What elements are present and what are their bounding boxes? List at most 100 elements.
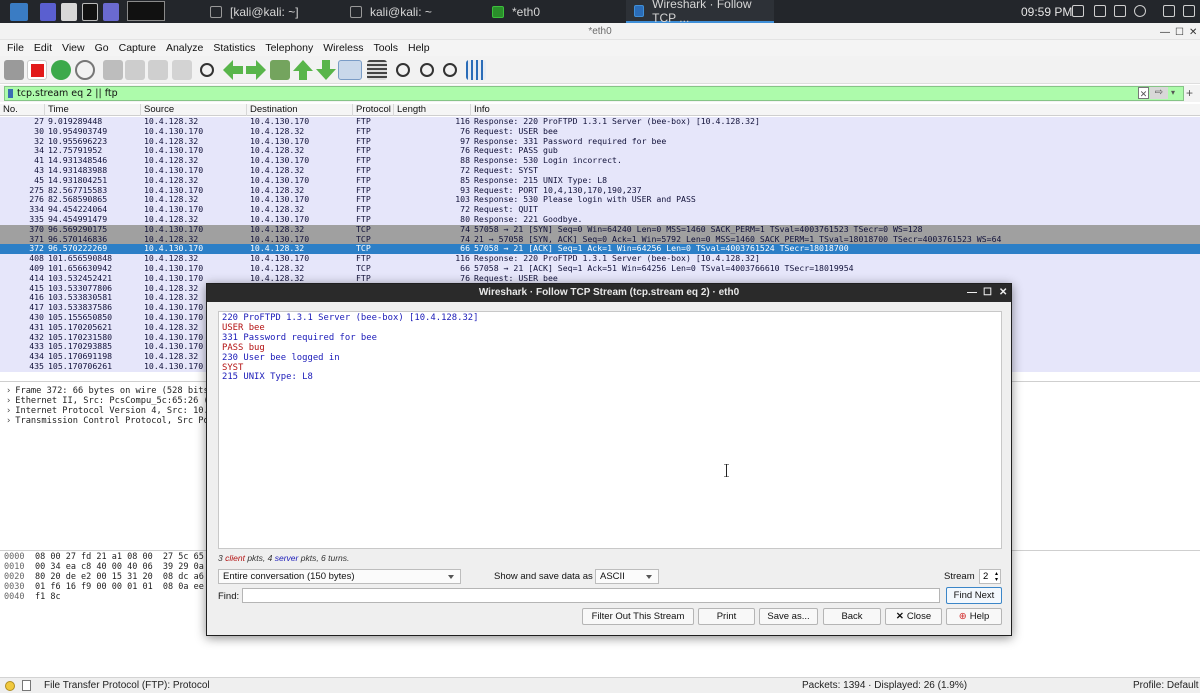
- minimize-icon[interactable]: —: [967, 284, 977, 302]
- column-info[interactable]: Info: [471, 104, 1200, 116]
- packet-list-header: No. Time Source Destination Protocol Len…: [0, 104, 1200, 116]
- window-titlebar[interactable]: *eth0 — ☐ ✕: [0, 23, 1200, 40]
- spin-arrows-icon[interactable]: ▴ ▾: [995, 571, 998, 583]
- column-source[interactable]: Source: [141, 104, 247, 116]
- task-follow-tcp[interactable]: Wireshark · Follow TCP ...: [626, 0, 774, 25]
- capture-file-icon[interactable]: [22, 680, 31, 691]
- filter-history-chevron-down-icon[interactable]: ▾: [1171, 87, 1175, 99]
- desktop-icon[interactable]: [40, 3, 56, 21]
- reload-file-icon[interactable]: [172, 60, 192, 80]
- autoscroll-icon[interactable]: [338, 60, 362, 80]
- detail-frame[interactable]: › Frame 372: 66 bytes on wire (528 bits): [6, 386, 214, 396]
- clock[interactable]: 09:59 PM: [1021, 5, 1072, 19]
- task-terminal-root[interactable]: [kali@kali: ~]: [202, 0, 330, 23]
- volume-icon[interactable]: [1094, 5, 1106, 17]
- maximize-icon[interactable]: ☐: [1175, 24, 1184, 41]
- restart-capture-icon[interactable]: [51, 60, 71, 80]
- app-icon[interactable]: [103, 3, 119, 21]
- profile-label[interactable]: Profile: Default: [1133, 680, 1199, 691]
- stream-content[interactable]: 220 ProFTPD 1.3.1 Server (bee-box) [10.4…: [218, 311, 1002, 549]
- filter-out-stream-button[interactable]: Filter Out This Stream: [582, 608, 694, 625]
- column-length[interactable]: Length: [394, 104, 471, 116]
- close-file-icon[interactable]: [148, 60, 168, 80]
- help-button[interactable]: ⊕ Help: [946, 608, 1002, 625]
- go-last-icon[interactable]: [316, 60, 336, 80]
- expand-arrow-icon[interactable]: ›: [6, 406, 11, 416]
- capture-options-icon[interactable]: [75, 60, 95, 80]
- menu-wireless[interactable]: Wireless: [318, 42, 368, 54]
- show-as-select[interactable]: ASCII: [595, 569, 659, 584]
- server-stream-line: 331 Password required for bee: [222, 332, 377, 343]
- menu-capture[interactable]: Capture: [114, 42, 161, 54]
- menu-file[interactable]: File: [0, 42, 29, 54]
- maximize-icon[interactable]: ☐: [983, 284, 992, 302]
- lock-icon[interactable]: [1163, 5, 1175, 17]
- menubar: File Edit View Go Capture Analyze Statis…: [0, 40, 1200, 56]
- clear-filter-icon[interactable]: ✕: [1138, 87, 1149, 99]
- menu-view[interactable]: View: [57, 42, 90, 54]
- power-icon[interactable]: [1134, 5, 1146, 17]
- close-icon[interactable]: ✕: [999, 284, 1007, 302]
- save-file-icon[interactable]: [125, 60, 145, 80]
- column-time[interactable]: Time: [45, 104, 141, 116]
- kali-menu-icon[interactable]: [10, 3, 28, 21]
- normal-size-icon[interactable]: [443, 63, 457, 77]
- menu-telephony[interactable]: Telephony: [260, 42, 318, 54]
- menu-go[interactable]: Go: [90, 42, 114, 54]
- find-packet-icon[interactable]: [200, 63, 214, 77]
- task-terminal[interactable]: kali@kali: ~: [342, 0, 474, 23]
- go-first-icon[interactable]: [293, 60, 313, 80]
- display-filter-input[interactable]: tcp.stream eq 2 || ftp: [4, 86, 1184, 101]
- menu-edit[interactable]: Edit: [29, 42, 57, 54]
- packet-cell-time: 105.170706261: [48, 361, 113, 371]
- apply-filter-icon[interactable]: ⇨: [1150, 87, 1168, 99]
- close-button[interactable]: ✕ Close: [885, 608, 942, 625]
- notification-bell-icon[interactable]: [1114, 5, 1126, 17]
- detail-ethernet[interactable]: › Ethernet II, Src: PcsCompu_5c:65:26 (0: [6, 396, 214, 406]
- menu-statistics[interactable]: Statistics: [208, 42, 260, 54]
- minimize-icon[interactable]: —: [1160, 24, 1170, 41]
- find-next-button[interactable]: Find Next: [946, 587, 1002, 604]
- expand-arrow-icon[interactable]: ›: [6, 386, 11, 396]
- save-as-button[interactable]: Save as...: [759, 608, 818, 625]
- task-wireshark-main[interactable]: *eth0: [484, 0, 620, 23]
- expert-info-icon[interactable]: [5, 681, 15, 691]
- expand-arrow-icon[interactable]: ›: [6, 396, 11, 406]
- stream-number-spinbox[interactable]: 2 ▴ ▾: [979, 569, 1001, 584]
- resize-columns-icon[interactable]: [466, 60, 486, 80]
- menu-tools[interactable]: Tools: [368, 42, 403, 54]
- workspace-switcher[interactable]: [127, 1, 165, 21]
- column-protocol[interactable]: Protocol: [353, 104, 394, 116]
- zoom-out-icon[interactable]: [420, 63, 434, 77]
- terminal-icon: [350, 5, 362, 18]
- display-filter-bar: tcp.stream eq 2 || ftp ✕ ⇨ ▾ +: [0, 85, 1200, 102]
- menu-analyze[interactable]: Analyze: [161, 42, 208, 54]
- stream-packet-summary: 3 client pkts, 4 server pkts, 6 turns.: [218, 553, 350, 563]
- conversation-select[interactable]: Entire conversation (150 bytes): [218, 569, 461, 584]
- colorize-icon[interactable]: [367, 60, 387, 80]
- dialog-titlebar[interactable]: Wireshark · Follow TCP Stream (tcp.strea…: [207, 284, 1011, 302]
- close-icon[interactable]: ✕: [1189, 24, 1197, 41]
- logout-icon[interactable]: [1183, 5, 1195, 17]
- back-button[interactable]: Back: [823, 608, 881, 625]
- go-to-packet-icon[interactable]: [270, 60, 290, 80]
- find-input[interactable]: [242, 588, 940, 603]
- detail-ipv4[interactable]: › Internet Protocol Version 4, Src: 10.4: [6, 406, 214, 416]
- column-destination[interactable]: Destination: [247, 104, 353, 116]
- add-filter-button-icon[interactable]: +: [1186, 87, 1193, 99]
- packet-count: Packets: 1394 · Displayed: 26 (1.9%): [802, 680, 968, 691]
- open-file-icon[interactable]: [103, 60, 123, 80]
- zoom-in-icon[interactable]: [396, 63, 410, 77]
- start-capture-icon[interactable]: [4, 60, 24, 80]
- go-back-icon[interactable]: [223, 60, 243, 80]
- print-button[interactable]: Print: [698, 608, 755, 625]
- column-no[interactable]: No.: [0, 104, 45, 116]
- stop-capture-icon[interactable]: [27, 60, 47, 80]
- go-forward-icon[interactable]: [246, 60, 266, 80]
- detail-tcp[interactable]: › Transmission Control Protocol, Src Por: [6, 416, 214, 426]
- terminal-icon[interactable]: [82, 3, 98, 21]
- file-manager-icon[interactable]: [61, 3, 77, 21]
- expand-arrow-icon[interactable]: ›: [6, 416, 11, 426]
- display-icon[interactable]: [1072, 5, 1084, 17]
- menu-help[interactable]: Help: [403, 42, 435, 54]
